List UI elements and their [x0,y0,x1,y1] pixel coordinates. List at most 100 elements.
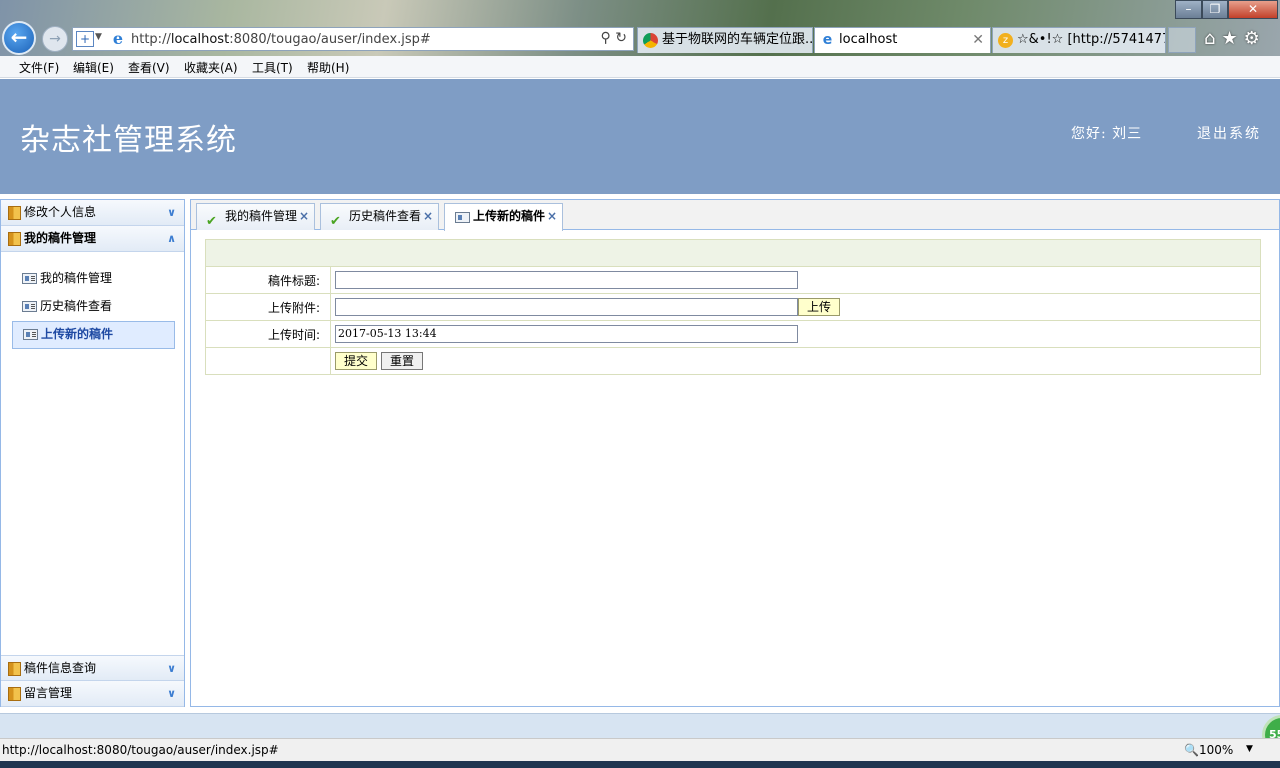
menu-edit[interactable]: 编辑(E) [73,59,114,76]
tab-label: ☆&•!☆ [http://57414774... [1017,32,1165,47]
app-title: 杂志社管理系统 [20,123,237,158]
sidebar-item-label: 历史稿件查看 [40,299,113,313]
zoom-value: 100% [1198,743,1234,757]
attachment-input[interactable] [335,298,798,316]
browser-tab-active[interactable]: e localhost ✕ [814,27,991,53]
section-label: 修改个人信息 [24,205,97,219]
chevron-down-icon[interactable]: ∨ [167,681,176,706]
refresh-icon[interactable]: ↻ [615,30,627,46]
app-header: 杂志社管理系统 您好: 刘三 退出系统 [0,79,1280,194]
tab-label: 我的稿件管理 [225,209,298,223]
sidebar: 修改个人信息 ∨ 我的稿件管理 ∧ 我的稿件管理 历史稿件查看 上传新的稿件 稿… [0,199,185,707]
logout-link[interactable]: 退出系统 [1197,123,1261,143]
panel-tabstrip: ✔ 我的稿件管理 × ✔ 历史稿件查看 × 上传新的稿件 × [191,200,1279,231]
menu-file[interactable]: 文件(F) [19,59,59,76]
checkmark-icon: ✔ [206,214,217,229]
sidebar-section-my-manuscripts[interactable]: 我的稿件管理 ∧ [1,226,184,252]
user-greeting: 您好: 刘三 [1071,126,1143,142]
forward-button[interactable]: → [42,26,68,52]
section-label: 我的稿件管理 [24,231,97,245]
status-url: http://localhost:8080/tougao/auser/index… [2,743,279,757]
close-icon[interactable]: × [547,204,557,229]
upload-form: 稿件标题: 上传附件: 上传 上传时间: 2017-05-13 13:44 提交… [205,239,1261,375]
sidebar-item-upload-new[interactable]: 上传新的稿件 [12,321,175,349]
section-label: 留言管理 [24,686,73,700]
chevron-down-icon[interactable]: ▼ [1246,744,1253,754]
empty-cell [205,347,331,375]
back-button[interactable]: ← [2,21,36,55]
address-bar[interactable]: + ▼ e http://localhost:8080/tougao/auser… [72,27,634,51]
sidebar-item-label: 上传新的稿件 [41,327,114,341]
tab-label: localhost [839,32,898,47]
checkmark-icon: ✔ [330,214,341,229]
close-icon[interactable]: × [423,204,433,229]
address-url[interactable]: http://localhost:8080/tougao/auser/index… [131,32,431,47]
ie-logo-icon: e [822,32,833,48]
new-tab-button[interactable] [1168,27,1196,53]
sidebar-item-my-manuscripts[interactable]: 我的稿件管理 [12,266,175,292]
sidebar-item-history[interactable]: 历史稿件查看 [12,294,175,320]
sidebar-section-profile[interactable]: 修改个人信息 ∨ [1,200,184,226]
menu-bar: 文件(F) 编辑(E) 查看(V) 收藏夹(A) 工具(T) 帮助(H) [0,56,1280,78]
zoom-level[interactable]: 🔍100% [1184,743,1233,757]
tab-label: 上传新的稿件 [473,209,546,223]
chrome-logo-icon [643,33,658,48]
folder-icon [8,232,21,246]
favorites-star-icon[interactable]: ★ [1221,28,1243,49]
title-input[interactable] [335,271,798,289]
chevron-down-icon[interactable]: ∨ [167,656,176,681]
tab-upload-new[interactable]: 上传新的稿件 × [444,203,563,231]
id-card-icon [22,273,37,284]
browser-statusbar: http://localhost:8080/tougao/auser/index… [0,738,1280,761]
chevron-up-icon[interactable]: ∧ [167,226,176,251]
browser-titlebar: ← → + ▼ e http://localhost:8080/tougao/a… [0,0,1280,56]
browser-tab-3[interactable]: z ☆&•!☆ [http://57414774... [992,27,1166,53]
upload-button[interactable]: 上传 [798,298,841,316]
folder-icon [8,662,21,676]
id-card-icon [23,329,38,340]
title-label: 稿件标题: [205,266,331,294]
sidebar-section-query[interactable]: 稿件信息查询 ∨ [1,655,184,681]
browser-toolbar-icons: ⌂★⚙ [1204,28,1266,49]
folder-icon [8,206,21,220]
menu-favorites[interactable]: 收藏夹(A) [184,59,238,76]
tab-label: 基于物联网的车辆定位跟... [662,32,813,47]
sidebar-section-messages[interactable]: 留言管理 ∨ [1,681,184,707]
upload-time-label: 上传时间: [205,320,331,348]
main-panel: ✔ 我的稿件管理 × ✔ 历史稿件查看 × 上传新的稿件 × 稿件标题: 上传附… [190,199,1280,707]
minimize-button[interactable]: – [1175,0,1202,19]
chevron-down-icon[interactable]: ▼ [95,32,102,42]
browser-tab-1[interactable]: 基于物联网的车辆定位跟... [637,27,813,53]
os-taskbar [0,761,1280,768]
tab-label: 历史稿件查看 [349,209,422,223]
menu-view[interactable]: 查看(V) [128,59,170,76]
gear-icon[interactable]: ⚙ [1244,28,1266,49]
submit-button[interactable]: 提交 [335,352,378,370]
star-favicon-icon: z [998,33,1013,48]
tab-history[interactable]: ✔ 历史稿件查看 × [320,203,439,230]
tab-my-manuscripts[interactable]: ✔ 我的稿件管理 × [196,203,315,230]
search-refresh-icons[interactable]: ⚲ ↻ [601,30,627,46]
search-icon[interactable]: ⚲ [601,30,611,46]
zoom-icon: 🔍 [1184,743,1199,757]
upload-time-input[interactable]: 2017-05-13 13:44 [335,325,798,343]
close-icon[interactable]: × [299,204,309,229]
close-window-button[interactable]: ✕ [1228,0,1278,19]
folder-icon [8,687,21,701]
sidebar-item-label: 我的稿件管理 [40,271,113,285]
menu-tools[interactable]: 工具(T) [252,59,293,76]
chevron-down-icon[interactable]: ∨ [167,200,176,225]
app-footer [0,713,1280,738]
maximize-button[interactable]: ❐ [1202,0,1228,19]
id-card-icon [22,301,37,312]
id-card-icon [455,212,470,223]
window-controls: – ❐ ✕ [1175,0,1278,19]
form-header-bar [205,239,1261,267]
menu-help[interactable]: 帮助(H) [307,59,349,76]
attachment-label: 上传附件: [205,293,331,321]
home-icon[interactable]: ⌂ [1204,28,1221,49]
add-site-icon[interactable]: + [76,31,94,47]
reset-button[interactable]: 重置 [381,352,424,370]
ie-logo-icon: e [112,29,124,48]
close-icon[interactable]: ✕ [972,28,984,52]
